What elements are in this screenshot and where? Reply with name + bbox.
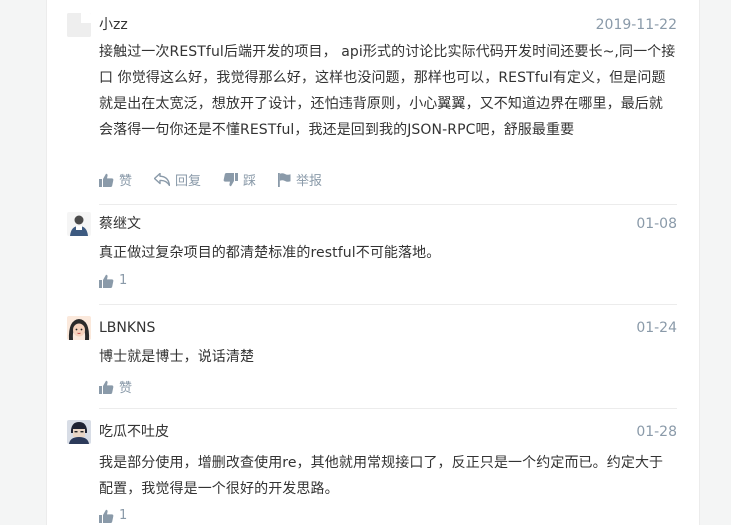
comment-item: 小zz 2019-11-22 接触过一次RESTful后端开发的项目， api形… [67, 13, 677, 205]
reply-button[interactable]: 回复 [154, 170, 201, 189]
dislike-button[interactable]: 踩 [223, 170, 256, 189]
comment-date: 01-08 [636, 216, 677, 232]
comment-date: 01-28 [636, 424, 677, 440]
comment-text: 我是部分使用，增删改查使用re，其他就用常规接口了，反正只是一个约定而已。约定大… [99, 455, 664, 497]
comment-text: 真正做过复杂项目的都清楚标准的restful不可能落地。 [99, 245, 441, 261]
character-avatar-icon[interactable] [67, 420, 91, 444]
thumbs-up-icon [99, 509, 114, 523]
comment-actions: 1 [99, 273, 127, 288]
person-avatar-icon[interactable] [67, 212, 91, 236]
like-count: 1 [119, 508, 128, 523]
report-button[interactable]: 举报 [278, 170, 322, 189]
comment-item: 蔡继文 01-08 真正做过复杂项目的都清楚标准的restful不可能落地。 1 [67, 212, 677, 305]
comment-author[interactable]: 小zz [99, 14, 128, 36]
thumbs-down-icon [223, 172, 239, 186]
blank-avatar-icon[interactable] [67, 13, 91, 37]
like-button[interactable]: 1 [99, 273, 127, 288]
girl-avatar-icon[interactable] [67, 316, 91, 340]
dislike-label: 踩 [243, 174, 257, 189]
comment-author[interactable]: LBNKNS [99, 317, 155, 339]
thumbs-up-icon [99, 274, 114, 288]
like-label: 赞 [119, 381, 133, 396]
comment-item: LBNKNS 01-24 博士就是博士，说话清楚 赞 [67, 316, 677, 409]
comment-item: 吃瓜不吐皮 01-28 我是部分使用，增删改查使用re，其他就用常规接口了，反正… [67, 420, 677, 525]
like-count: 1 [119, 273, 128, 288]
comment-date: 01-24 [636, 320, 677, 336]
flag-icon [278, 172, 291, 187]
thumbs-up-icon [99, 380, 114, 394]
like-label: 赞 [119, 174, 133, 189]
reply-label: 回复 [175, 174, 202, 189]
reply-icon [154, 173, 171, 186]
thumbs-up-icon [99, 173, 114, 187]
comment-actions: 赞 [99, 377, 132, 396]
comment-author[interactable]: 蔡继文 [99, 213, 141, 235]
like-button[interactable]: 赞 [99, 377, 132, 396]
comment-actions: 赞 回复 踩 举报 [99, 170, 322, 189]
report-label: 举报 [296, 174, 323, 189]
like-button[interactable]: 1 [99, 508, 127, 523]
comment-actions: 1 [99, 508, 127, 523]
comment-text: 接触过一次RESTful后端开发的项目， api形式的讨论比实际代码开发时间还要… [99, 44, 676, 138]
comment-author[interactable]: 吃瓜不吐皮 [99, 421, 169, 443]
comment-text: 博士就是博士，说话清楚 [99, 349, 255, 365]
comment-date: 2019-11-22 [595, 17, 677, 33]
like-button[interactable]: 赞 [99, 170, 132, 189]
comment-panel: 小zz 2019-11-22 接触过一次RESTful后端开发的项目， api形… [46, 0, 700, 525]
